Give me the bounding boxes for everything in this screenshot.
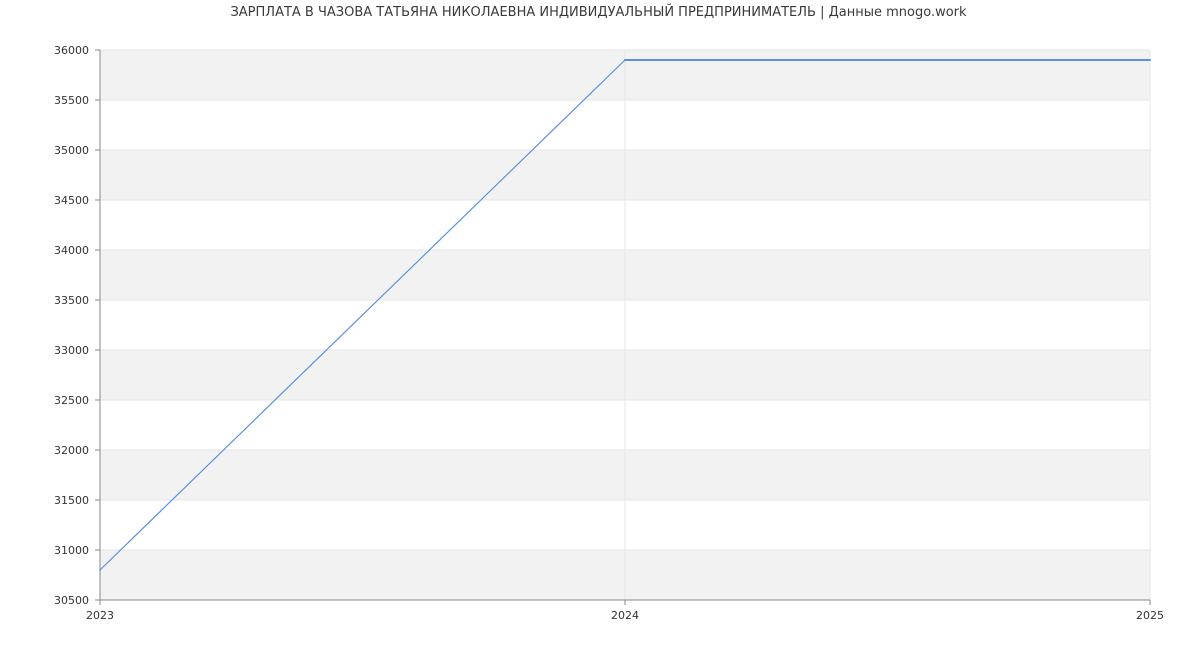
data-point <box>624 59 626 61</box>
y-tick-label: 32000 <box>54 444 89 457</box>
data-point <box>1149 59 1151 61</box>
y-tick-label: 30500 <box>54 594 89 607</box>
y-tick-label: 36000 <box>54 44 89 57</box>
y-tick-label: 35500 <box>54 94 89 107</box>
vertical-gridlines <box>99 50 1151 600</box>
y-tick-label: 31500 <box>54 494 89 507</box>
y-tick-label: 33500 <box>54 294 89 307</box>
x-tick-label: 2024 <box>611 609 639 622</box>
y-tick-label: 35000 <box>54 144 89 157</box>
y-tick-label: 32500 <box>54 394 89 407</box>
data-point <box>99 569 101 571</box>
y-tick-label: 34000 <box>54 244 89 257</box>
line-chart: 30500 31000 31500 32000 32500 33000 33500 34000… <box>54 44 1164 622</box>
x-tick-label: 2023 <box>86 609 114 622</box>
y-axis-tick-labels: 30500 31000 31500 32000 32500 33000 33500 34000… <box>54 44 100 607</box>
y-tick-label: 34500 <box>54 194 89 207</box>
x-axis-tick-labels: 2023 2024 2025 <box>86 600 1164 622</box>
y-tick-label: 33000 <box>54 344 89 357</box>
x-tick-label: 2025 <box>1136 609 1164 622</box>
y-tick-label: 31000 <box>54 544 89 557</box>
